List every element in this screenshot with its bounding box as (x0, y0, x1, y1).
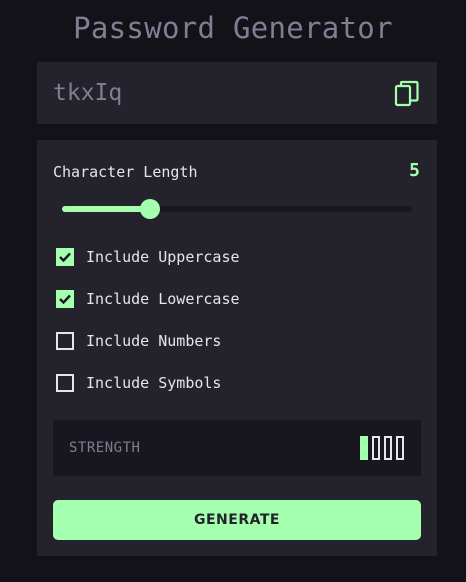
slider-fill (62, 206, 150, 212)
strength-bars (360, 436, 404, 460)
password-output: tkxIq (37, 62, 437, 124)
length-slider[interactable] (62, 199, 412, 219)
strength-label: STRENGTH (69, 440, 141, 456)
length-label: Character Length (53, 163, 198, 181)
option-symbols[interactable]: Include Symbols (56, 373, 221, 393)
option-label: Include Numbers (86, 332, 222, 350)
length-value: 5 (409, 160, 420, 181)
check-icon (59, 252, 71, 262)
slider-thumb[interactable] (139, 199, 160, 219)
copy-icon-graphic (394, 80, 419, 107)
option-label: Include Uppercase (86, 248, 240, 266)
checkbox-numbers[interactable] (56, 332, 74, 350)
option-label: Include Symbols (86, 374, 222, 392)
option-numbers[interactable]: Include Numbers (56, 331, 221, 351)
strength-meter: STRENGTH (53, 420, 421, 476)
option-lowercase[interactable]: Include Lowercase (56, 289, 240, 309)
page-title: Password Generator (73, 11, 393, 45)
check-icon (59, 294, 71, 304)
strength-bar (396, 436, 404, 460)
strength-bar (384, 436, 392, 460)
checkbox-symbols[interactable] (56, 374, 74, 392)
checkbox-uppercase[interactable] (56, 248, 74, 266)
strength-bar (360, 436, 368, 460)
generate-button[interactable]: GENERATE (53, 500, 421, 540)
checkbox-lowercase[interactable] (56, 290, 74, 308)
settings-panel: Character Length 5 Include Uppercase Inc… (37, 140, 437, 556)
strength-bar (372, 436, 380, 460)
password-text: tkxIq (53, 80, 123, 106)
option-label: Include Lowercase (86, 290, 240, 308)
option-uppercase[interactable]: Include Uppercase (56, 247, 240, 267)
copy-icon[interactable] (394, 80, 420, 108)
